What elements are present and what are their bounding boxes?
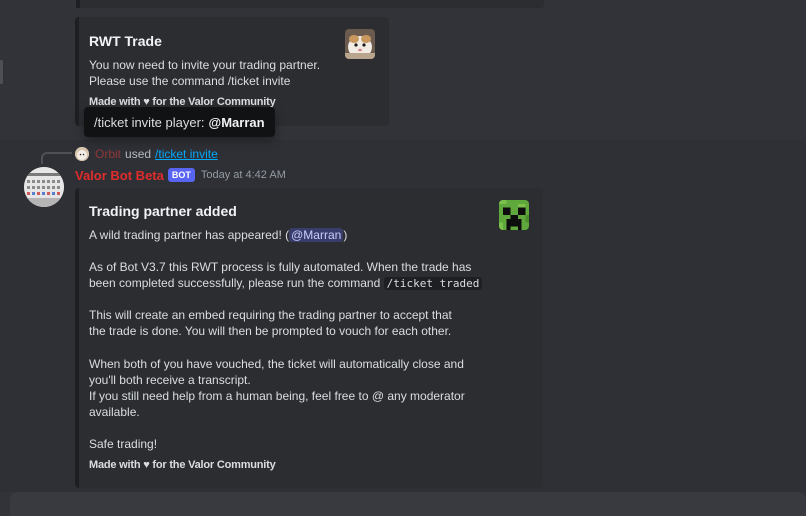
previous-embed-edge xyxy=(76,0,544,8)
user-mention[interactable]: @Marran xyxy=(289,228,344,242)
embed-description-line: Safe trading! xyxy=(89,437,158,451)
tooltip-mention: @Marran xyxy=(208,114,265,130)
embed-description-line: This will create an embed requiring the … xyxy=(89,308,452,322)
inline-code: /ticket traded xyxy=(383,277,483,290)
text-segment: ) xyxy=(343,228,348,242)
message-input-edge[interactable] xyxy=(10,492,806,516)
embed-description-line: Please use the command /ticket invite xyxy=(89,74,291,88)
reply-username[interactable]: Orbit xyxy=(95,147,121,161)
creeper-face-icon[interactable] xyxy=(499,200,529,230)
embed-title: Trading partner added xyxy=(89,203,237,219)
message-timestamp[interactable]: Today at 4:42 AM xyxy=(201,169,286,181)
reply-used-text: used xyxy=(125,147,152,161)
embed-description-line: When both of you have vouched, the ticke… xyxy=(89,357,464,371)
scroll-indicator xyxy=(0,60,3,84)
embed-description-line: available. xyxy=(89,405,140,419)
reply-reference[interactable]: Orbit used /ticket invite xyxy=(75,146,218,162)
reply-avatar[interactable] xyxy=(75,147,89,161)
author-username[interactable]: Valor Bot Beta xyxy=(75,168,164,183)
embed-description-line: you'll both receive a transcript. xyxy=(89,373,251,387)
reply-command-link[interactable]: /ticket invite xyxy=(155,147,218,161)
trading-partner-embed: Trading partner added A wild trading par… xyxy=(75,188,543,488)
bot-tag: BOT xyxy=(167,168,195,182)
command-tooltip: /ticket invite player: @Marran xyxy=(84,107,275,137)
embed-title: RWT Trade xyxy=(89,33,162,49)
embed-description-line: As of Bot V3.7 this RWT process is fully… xyxy=(89,260,472,274)
embed-description-line: A wild trading partner has appeared! (@M… xyxy=(89,227,347,243)
embed-description-line: the trade is done. You will then be prom… xyxy=(89,324,452,338)
hamster-photo-icon[interactable] xyxy=(345,29,375,59)
text-segment: A wild trading partner has appeared! ( xyxy=(89,228,290,242)
avatar[interactable] xyxy=(24,167,64,207)
embed-description-line: been completed successfully, please run … xyxy=(89,275,483,292)
bot-tag-label: BOT xyxy=(171,170,191,180)
text-segment: been completed successfully, please run … xyxy=(89,276,384,290)
reply-spine xyxy=(41,152,72,164)
tooltip-command: /ticket invite player: xyxy=(94,114,205,130)
embed-footer: Made with ♥ for the Valor Community xyxy=(89,459,276,471)
embed-description-line: If you still need help from a human bein… xyxy=(89,389,465,403)
chat-area: RWT Trade You now need to invite your tr… xyxy=(0,0,806,516)
embed-description-line: You now need to invite your trading part… xyxy=(89,58,321,72)
message-header: Valor Bot Beta BOT Today at 4:42 AM xyxy=(75,166,286,184)
